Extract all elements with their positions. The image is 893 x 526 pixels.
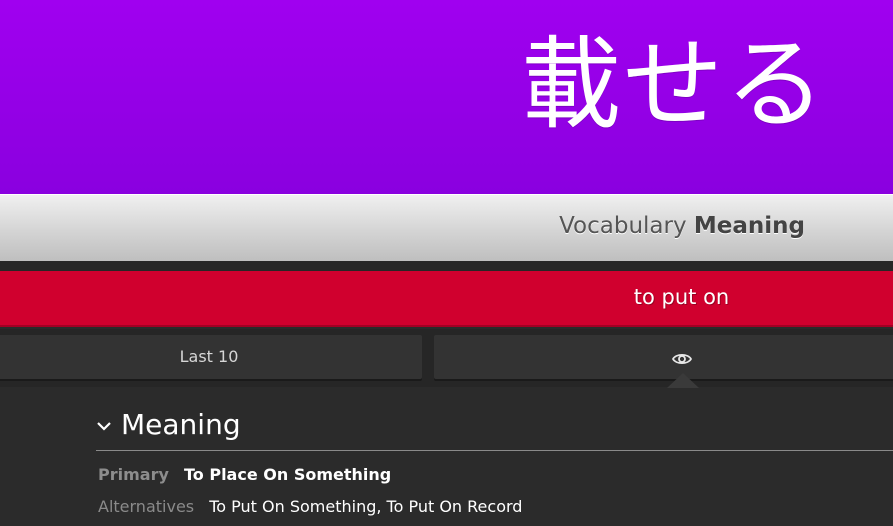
primary-label: Primary [98,465,169,484]
answer-text: to put on [633,285,730,309]
item-info-button[interactable] [434,335,893,379]
last-10-button[interactable]: Last 10 [0,335,422,379]
question-type-label: Vocabulary Meaning [559,213,805,239]
meaning-section-header[interactable]: Meaning [96,408,893,451]
chevron-down-icon [97,422,111,431]
action-button-row: Last 10 [0,329,893,387]
primary-value: To Place On Something [183,465,392,484]
vocabulary-word: 載せる [521,26,827,143]
last-10-label: Last 10 [179,347,239,366]
alternatives-label: Alternatives [98,497,195,516]
answer-input-incorrect[interactable]: to put on [0,271,893,327]
primary-meaning-row: Primary To Place On Something [98,465,391,484]
alternatives-value: To Put On Something, To Put On Record [209,497,523,516]
question-type-prefix: Vocabulary [559,213,687,239]
alternatives-row: Alternatives To Put On Something, To Put… [98,497,522,516]
vocabulary-hero: 載せる [0,0,893,194]
meaning-section-title: Meaning [121,408,241,441]
divider [0,261,893,271]
question-type-suffix: Meaning [693,213,805,239]
question-type-bar: Vocabulary Meaning [0,194,893,261]
active-tab-pointer [667,373,699,388]
eye-icon [672,353,692,365]
item-info-panel: Meaning Primary To Place On Something Al… [0,388,893,526]
